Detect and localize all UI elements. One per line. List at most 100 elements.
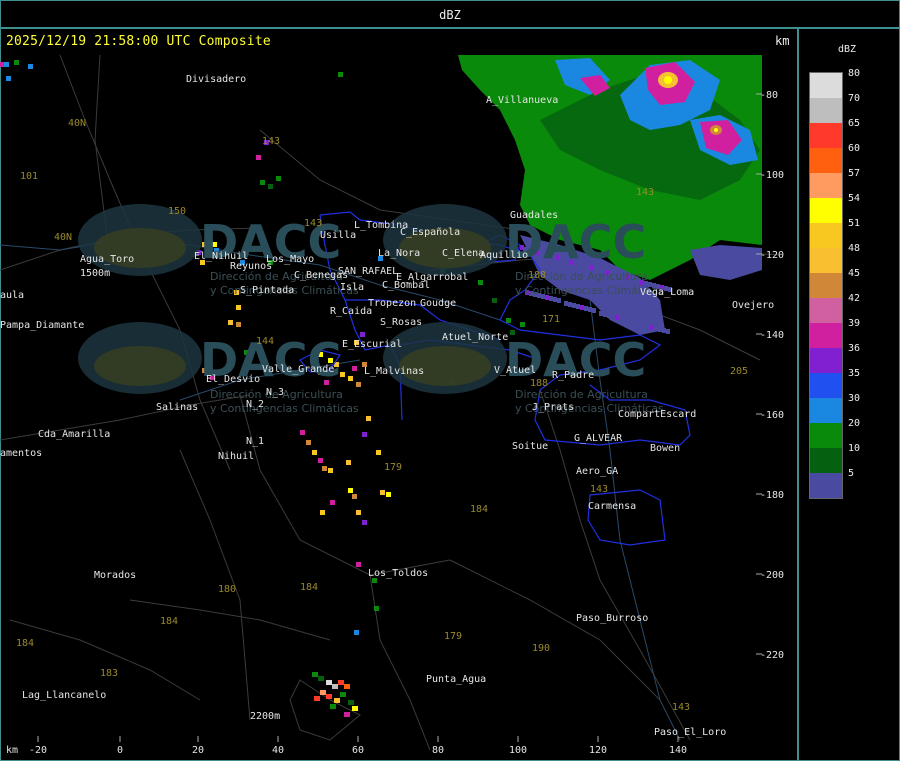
x-tick-label: 120 — [589, 745, 607, 756]
place-label: Lag_Llancanelo — [22, 690, 106, 701]
legend-label: 42 — [848, 293, 861, 304]
echo-cell — [642, 323, 646, 328]
echo-cell — [312, 450, 317, 455]
echo-cell — [228, 320, 233, 325]
echo-cell — [4, 62, 9, 67]
route-label: 205 — [730, 366, 748, 377]
route-label: 143 — [304, 218, 322, 229]
legend-label: 65 — [848, 118, 861, 129]
place-label: Divisadero — [186, 74, 246, 85]
legend-label: 51 — [848, 218, 861, 229]
legend-label: 57 — [848, 168, 861, 179]
echo-cell — [360, 332, 365, 337]
place-label: Tropezon — [368, 298, 416, 309]
route-label: 179 — [384, 462, 402, 473]
place-label: 1500m — [80, 268, 110, 279]
echo-cell — [328, 468, 333, 473]
echo-cell — [619, 316, 623, 321]
echo-cell — [330, 704, 336, 709]
route-label: 150 — [168, 206, 186, 217]
x-tick-label: 20 — [192, 745, 204, 756]
legend-label: 60 — [848, 143, 861, 154]
legend-swatch — [810, 398, 842, 423]
y-tick-label: -180 — [760, 490, 784, 501]
echo-cell — [6, 76, 11, 81]
place-label: Vega_Loma — [640, 287, 694, 298]
y-tick-label: -140 — [760, 330, 784, 341]
place-label: N_3 — [266, 387, 284, 398]
place-label: amentos — [0, 448, 42, 459]
x-tick-label: 100 — [509, 745, 527, 756]
place-label: J_Prats — [532, 402, 574, 413]
place-label: Aero_GA — [576, 466, 618, 477]
echo-cell — [646, 324, 650, 329]
legend-swatch — [810, 323, 842, 348]
place-label: Cda_Amarilla — [38, 429, 110, 440]
legend-label: 30 — [848, 393, 861, 404]
route-label: 184 — [160, 616, 178, 627]
echo-cell — [603, 312, 607, 317]
legend-swatch — [810, 473, 842, 498]
echo-core — [714, 128, 718, 132]
echo-cell — [352, 706, 358, 711]
radar-map[interactable]: DACCDirección de Agriculturay Contingenc… — [0, 0, 900, 761]
legend-swatch — [810, 298, 842, 323]
watermark-subtitle: Dirección de Agricultura — [515, 388, 648, 401]
echo-cell — [588, 307, 592, 312]
y-tick-label: -120 — [760, 250, 784, 261]
echo-cell — [580, 305, 584, 310]
route-label: 184 — [470, 504, 488, 515]
echo-cell — [354, 630, 359, 635]
echo-cell — [374, 606, 379, 611]
place-label: E_Escurial — [342, 339, 402, 350]
legend-label: 5 — [848, 468, 855, 479]
echo-cell — [576, 304, 580, 309]
echo-cell — [320, 510, 325, 515]
echo-area — [690, 245, 762, 280]
echo-cell — [650, 325, 654, 330]
echo-cell — [348, 376, 353, 381]
place-label: 2200m — [250, 711, 280, 722]
legend-swatch — [810, 73, 842, 98]
place-label: Soitue — [512, 441, 548, 452]
boundary-line — [587, 489, 666, 546]
place-label: V_Atuel — [494, 365, 536, 376]
echo-cell — [592, 308, 596, 313]
echo-cell — [352, 494, 357, 499]
echo-cell — [492, 298, 497, 303]
route-label: 188 — [528, 270, 546, 281]
place-label: Usilla — [320, 230, 356, 241]
place-label: C_Española — [400, 227, 460, 238]
place-label: Nihuil — [218, 451, 254, 462]
place-label: G_ALVEAR — [574, 433, 623, 444]
echo-cell — [362, 520, 367, 525]
echo-cell — [318, 458, 323, 463]
route-label: 188 — [530, 378, 548, 389]
place-label: Valle_Grande — [262, 364, 334, 375]
route-label: 184 — [16, 638, 34, 649]
echo-cell — [14, 60, 19, 65]
place-label: Agua_Toro — [80, 254, 134, 265]
x-tick-label: 0 — [117, 745, 123, 756]
place-label: La_Nora — [378, 248, 420, 259]
place-label: Salinas — [156, 402, 198, 413]
place-label: Isla — [340, 282, 364, 293]
x-tick-label: 40 — [272, 745, 284, 756]
place-label: Guadales — [510, 210, 558, 221]
place-label: Los_Mayo — [266, 254, 314, 265]
place-label: R_Padre — [552, 370, 594, 381]
echo-cell — [564, 301, 568, 306]
y-tick-label: -80 — [760, 90, 778, 101]
echo-cell — [638, 322, 642, 327]
legend-swatch — [810, 98, 842, 123]
echo-cell — [312, 672, 318, 677]
echo-cell — [330, 500, 335, 505]
legend-label: 39 — [848, 318, 861, 329]
place-label: Pampa_Diamante — [0, 320, 84, 331]
place-label: SAN_RAFAEL — [338, 266, 398, 277]
echo-cell — [306, 440, 311, 445]
echo-cell — [236, 305, 241, 310]
place-label: El_Nihuil — [194, 251, 248, 262]
place-label: N_1 — [246, 436, 264, 447]
x-tick-label: 80 — [432, 745, 444, 756]
